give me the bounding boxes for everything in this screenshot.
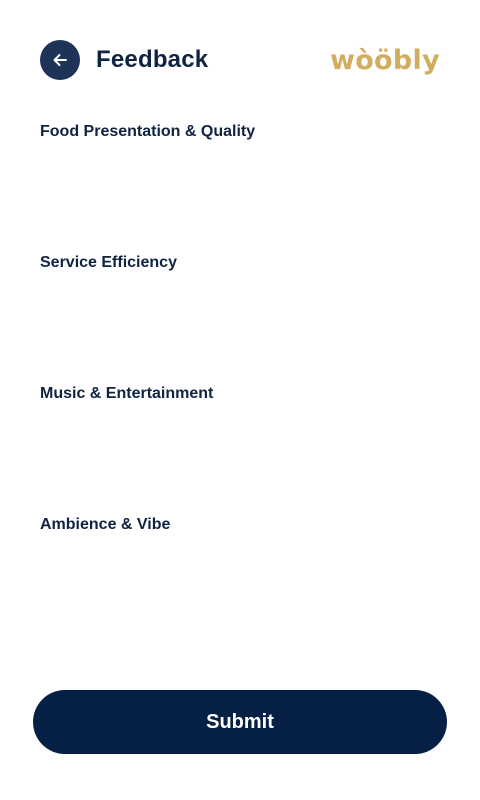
section-label-food: Food Presentation & Quality <box>40 123 256 140</box>
submit-button[interactable]: Submit <box>33 690 447 754</box>
header: Feedback wòöbly <box>40 40 440 80</box>
section-label-service: Service Efficiency <box>40 254 177 271</box>
feedback-section-music: Music & Entertainment <box>40 384 440 515</box>
back-button[interactable] <box>40 40 80 80</box>
brand-logo: wòöbly <box>329 45 440 76</box>
feedback-section-food: Food Presentation & Quality <box>40 122 440 253</box>
page-title: Feedback <box>96 46 209 73</box>
feedback-section-ambience: Ambience & Vibe <box>40 515 440 646</box>
section-label-music: Music & Entertainment <box>40 385 214 402</box>
section-label-ambience: Ambience & Vibe <box>40 516 171 533</box>
arrow-left-icon <box>53 54 67 66</box>
feedback-sections: Food Presentation & Quality Service Effi… <box>40 122 440 646</box>
feedback-section-service: Service Efficiency <box>40 253 440 384</box>
